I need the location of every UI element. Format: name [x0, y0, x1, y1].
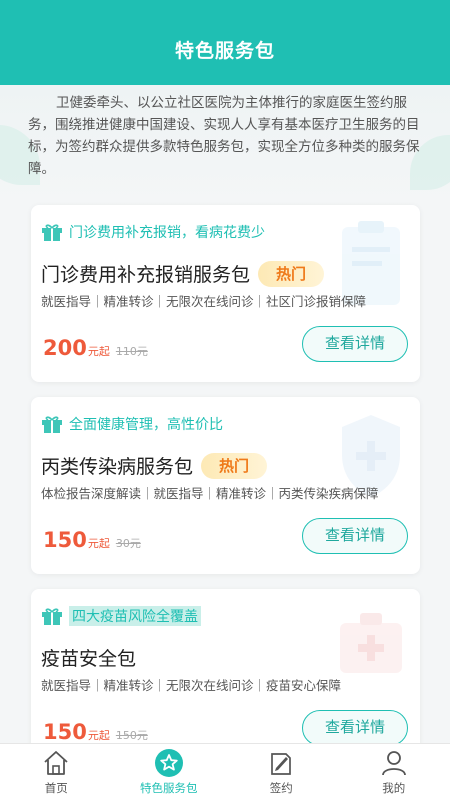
sign-pen-icon	[271, 753, 292, 775]
package-card-1[interactable]: 门诊费用补充报销，看病花费少 门诊费用补充报销服务包 热门 就医指导｜精准转诊｜…	[31, 205, 420, 382]
package-card-2[interactable]: 全面健康管理，高性价比 丙类传染病服务包 热门 体检报告深度解读｜就医指导｜精准…	[31, 397, 420, 574]
tab-label: 我的	[382, 781, 406, 795]
original-price: 110元	[115, 345, 148, 358]
view-details-button[interactable]: 查看详情	[302, 326, 408, 362]
hot-badge: 热门	[201, 452, 268, 479]
tab-label: 签约	[269, 781, 293, 795]
package-price: 150	[43, 720, 87, 744]
package-services: 就医指导｜精准转诊｜无限次在线问诊｜疫苗安心保障	[41, 678, 342, 693]
package-services: 体检报告深度解读｜就医指导｜精准转诊｜丙类传染疾病保障	[41, 486, 379, 501]
gift-icon	[42, 608, 62, 625]
package-price: 150	[43, 528, 87, 552]
price-unit: 元起	[87, 537, 110, 550]
tab-label: 首页	[44, 781, 68, 795]
tab-mine[interactable]: 我的	[338, 744, 450, 800]
top-bar: 特色服务包	[0, 0, 450, 85]
medical-kit-decoration-icon	[340, 613, 402, 673]
intro-text: 卫健委牵头、以公立社区医院为主体推行的家庭医生签约服务，围绕推进健康中国建设、实…	[28, 95, 420, 177]
package-tagline: 全面健康管理，高性价比	[69, 417, 223, 433]
user-icon	[381, 751, 406, 776]
gift-icon	[42, 416, 62, 433]
tab-home[interactable]: 首页	[0, 744, 113, 800]
tab-service-packages[interactable]: 特色服务包	[113, 744, 226, 800]
package-services: 就医指导｜精准转诊｜无限次在线问诊｜社区门诊报销保障	[41, 294, 367, 309]
price-unit: 元起	[87, 345, 110, 358]
star-badge-icon	[154, 749, 183, 777]
original-price: 30元	[115, 537, 141, 550]
tab-label: 特色服务包	[140, 781, 198, 795]
package-card-3[interactable]: 四大疫苗风险全覆盖 疫苗安全包 就医指导｜精准转诊｜无限次在线问诊｜疫苗安心保障…	[31, 589, 420, 766]
package-tagline: 四大疫苗风险全覆盖	[69, 606, 201, 626]
package-title: 门诊费用补充报销服务包	[41, 264, 251, 286]
tab-sign[interactable]: 签约	[225, 744, 338, 800]
package-title: 疫苗安全包	[41, 648, 137, 670]
gift-icon	[42, 224, 62, 241]
page-title: 特色服务包	[174, 40, 275, 62]
view-details-button[interactable]: 查看详情	[302, 518, 408, 554]
view-details-button[interactable]: 查看详情	[302, 710, 408, 746]
home-icon	[44, 751, 68, 775]
package-tagline: 门诊费用补充报销，看病花费少	[69, 225, 265, 241]
hot-badge: 热门	[258, 260, 325, 287]
bottom-tab-bar: 首页 特色服务包 签约 我的	[0, 743, 450, 800]
original-price: 150元	[115, 729, 148, 742]
package-title: 丙类传染病服务包	[41, 456, 194, 478]
package-price: 200	[43, 336, 87, 360]
price-unit: 元起	[87, 729, 110, 742]
